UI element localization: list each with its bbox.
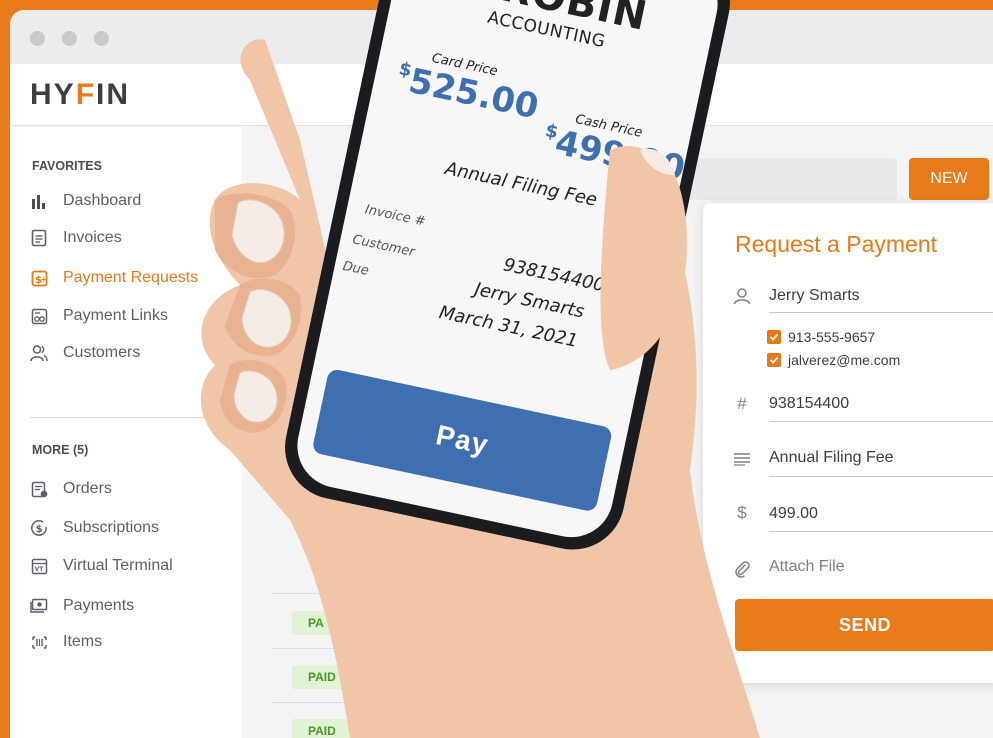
sidebar-item-label: Dashboard <box>63 192 142 209</box>
status-badge: PAID <box>292 665 352 689</box>
customer-label: Customer <box>351 232 416 261</box>
sidebar-item-label: Customers <box>63 344 141 361</box>
sidebar-item-label: Payment Links <box>63 307 168 324</box>
svg-text:$: $ <box>36 524 43 535</box>
sidebar-item-items[interactable]: Items <box>30 629 102 655</box>
favorites-heading: FAVORITES <box>32 159 102 173</box>
sidebar-item-payment-links[interactable]: Payment Links <box>30 303 168 329</box>
description-value: Annual Filing Fee <box>769 449 894 466</box>
panel-title: Request a Payment <box>735 231 938 257</box>
orders-icon <box>30 480 48 498</box>
sidebar-item-orders[interactable]: Orders <box>30 476 112 502</box>
customer-value: Jerry Smarts <box>769 287 860 304</box>
payment-link-icon <box>30 307 48 325</box>
sidebar-item-payments[interactable]: Payments <box>30 593 134 619</box>
sidebar-item-label: Items <box>63 633 103 650</box>
send-button[interactable]: SEND <box>735 599 993 651</box>
svg-text:+: + <box>40 275 47 284</box>
sidebar-item-label: Payments <box>63 597 135 614</box>
sidebar-item-payment-requests[interactable]: $ + Payment Requests <box>30 265 198 291</box>
search-input[interactable] <box>672 158 897 200</box>
brand-text-accent: F <box>75 78 97 111</box>
amount-value: 499.00 <box>769 505 818 522</box>
status-badge: PA <box>292 611 340 635</box>
invoice-label: Invoice # <box>363 202 427 230</box>
invoice-number-value: 938154400 <box>769 395 850 412</box>
payment-request-icon: $ + <box>30 269 48 287</box>
window-close-dot[interactable] <box>30 31 45 46</box>
subscriptions-icon: $ <box>30 519 48 537</box>
sidebar-item-customers[interactable]: Customers <box>30 340 140 366</box>
field-underline <box>769 312 993 313</box>
checkbox-checked[interactable] <box>767 353 781 367</box>
brand-logo[interactable]: HYFIN <box>30 78 130 112</box>
bar-chart-icon <box>30 192 48 210</box>
table-row-divider <box>272 648 712 649</box>
field-underline <box>769 531 993 532</box>
hash-icon: # <box>737 394 747 413</box>
brand-text-prefix: HY <box>30 78 76 111</box>
virtual-terminal-icon: VT <box>30 557 48 575</box>
lines-icon <box>733 451 751 469</box>
phone-value: 913-555-9657 <box>788 329 876 345</box>
paperclip-icon <box>733 560 751 578</box>
due-label: Due <box>341 258 371 279</box>
sidebar-item-label: Virtual Terminal <box>63 557 173 574</box>
request-payment-panel: Request a Payment Jerry Smarts 913-555-9… <box>703 203 993 683</box>
sidebar-item-invoices[interactable]: Invoices <box>30 225 122 251</box>
window-minimize-dot[interactable] <box>62 31 77 46</box>
brand-text-suffix: IN <box>96 78 131 111</box>
items-icon <box>30 633 48 651</box>
window-maximize-dot[interactable] <box>94 31 109 46</box>
field-underline <box>769 421 993 422</box>
sidebar-item-label: Subscriptions <box>63 519 160 536</box>
more-heading: MORE (5) <box>32 443 89 457</box>
phone-checkbox-row[interactable]: 913-555-9657 <box>767 329 875 345</box>
payments-icon <box>30 597 48 615</box>
table-row-divider <box>272 593 712 594</box>
checkbox-checked[interactable] <box>767 330 781 344</box>
table-row-divider <box>272 702 712 703</box>
invoice-icon <box>30 229 48 247</box>
sidebar-item-label: Orders <box>63 480 112 497</box>
sidebar-item-subscriptions[interactable]: $ Subscriptions <box>30 515 159 541</box>
customers-icon <box>30 344 48 362</box>
email-value: jalverez@me.com <box>788 352 901 368</box>
new-button[interactable]: NEW <box>909 158 989 200</box>
sidebar-item-dashboard[interactable]: Dashboard <box>30 188 141 214</box>
sidebar-divider <box>30 417 230 418</box>
svg-text:VT: VT <box>34 566 44 573</box>
sidebar: FAVORITES Dashboard Invoices $ + Payment … <box>10 127 242 738</box>
sidebar-item-label: Payment Requests <box>63 269 199 286</box>
dollar-icon: $ <box>737 503 747 522</box>
person-icon <box>733 287 751 305</box>
sidebar-item-label: Invoices <box>63 229 122 246</box>
attach-file-label: Attach File <box>769 558 845 575</box>
field-underline <box>769 476 993 477</box>
email-checkbox-row[interactable]: jalverez@me.com <box>767 352 900 368</box>
status-badge: PAID <box>292 719 352 738</box>
pay-button[interactable]: Pay <box>311 368 614 513</box>
sidebar-item-virtual-terminal[interactable]: VT Virtual Terminal <box>30 553 173 579</box>
